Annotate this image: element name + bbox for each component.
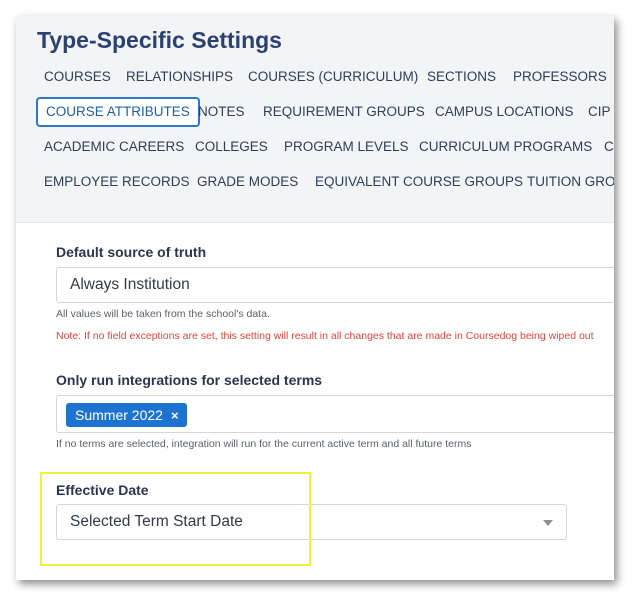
effective-date-label: Effective Date xyxy=(56,482,149,498)
integration-terms-help: If no terms are selected, integration wi… xyxy=(56,438,472,450)
tab-courses[interactable]: COURSES xyxy=(36,62,119,92)
tab-course-attributes[interactable]: COURSE ATTRIBUTES xyxy=(36,97,200,127)
tab-academic-careers[interactable]: ACADEMIC CAREERS xyxy=(36,132,192,162)
tab-sections[interactable]: SECTIONS xyxy=(419,62,504,92)
tab-truncated[interactable]: C xyxy=(596,132,614,162)
source-of-truth-value: Always Institution xyxy=(70,276,190,293)
effective-date-select[interactable]: Selected Term Start Date xyxy=(56,504,567,540)
integration-terms-multiselect[interactable]: Summer 2022 × xyxy=(56,395,614,433)
tab-equivalent-course-groups[interactable]: EQUIVALENT COURSE GROUPS xyxy=(307,167,531,197)
source-of-truth-warning: Note: If no field exceptions are set, th… xyxy=(56,330,594,342)
tab-notes[interactable]: NOTES xyxy=(190,97,253,127)
remove-tag-icon[interactable]: × xyxy=(171,408,179,423)
tab-tuition-groups[interactable]: TUITION GROU xyxy=(519,167,614,197)
effective-date-value: Selected Term Start Date xyxy=(70,513,243,530)
settings-panel: Type-Specific Settings COURSES RELATIONS… xyxy=(16,16,614,580)
chevron-down-icon xyxy=(543,520,553,526)
settings-header: Type-Specific Settings COURSES RELATIONS… xyxy=(16,16,614,223)
source-of-truth-label: Default source of truth xyxy=(56,244,207,260)
term-tag-label: Summer 2022 xyxy=(75,407,163,423)
source-of-truth-select[interactable]: Always Institution xyxy=(56,267,614,303)
tab-professors[interactable]: PROFESSORS xyxy=(505,62,614,92)
term-tag: Summer 2022 × xyxy=(66,403,187,427)
tab-relationships[interactable]: RELATIONSHIPS xyxy=(118,62,241,92)
tab-colleges[interactable]: COLLEGES xyxy=(187,132,276,162)
tab-grade-modes[interactable]: GRADE MODES xyxy=(189,167,306,197)
tab-curriculum-programs[interactable]: CURRICULUM PROGRAMS xyxy=(411,132,600,162)
tab-courses-curriculum[interactable]: COURSES (CURRICULUM) xyxy=(240,62,426,92)
tab-campus-locations[interactable]: CAMPUS LOCATIONS xyxy=(427,97,582,127)
integration-terms-label: Only run integrations for selected terms xyxy=(56,372,323,388)
tab-requirement-groups[interactable]: REQUIREMENT GROUPS xyxy=(255,97,433,127)
tab-program-levels[interactable]: PROGRAM LEVELS xyxy=(276,132,417,162)
tab-cip-codes[interactable]: CIP C xyxy=(580,97,614,127)
source-of-truth-help: All values will be taken from the school… xyxy=(56,308,270,320)
page-title: Type-Specific Settings xyxy=(37,27,282,53)
tab-employee-records[interactable]: EMPLOYEE RECORDS xyxy=(36,167,198,197)
